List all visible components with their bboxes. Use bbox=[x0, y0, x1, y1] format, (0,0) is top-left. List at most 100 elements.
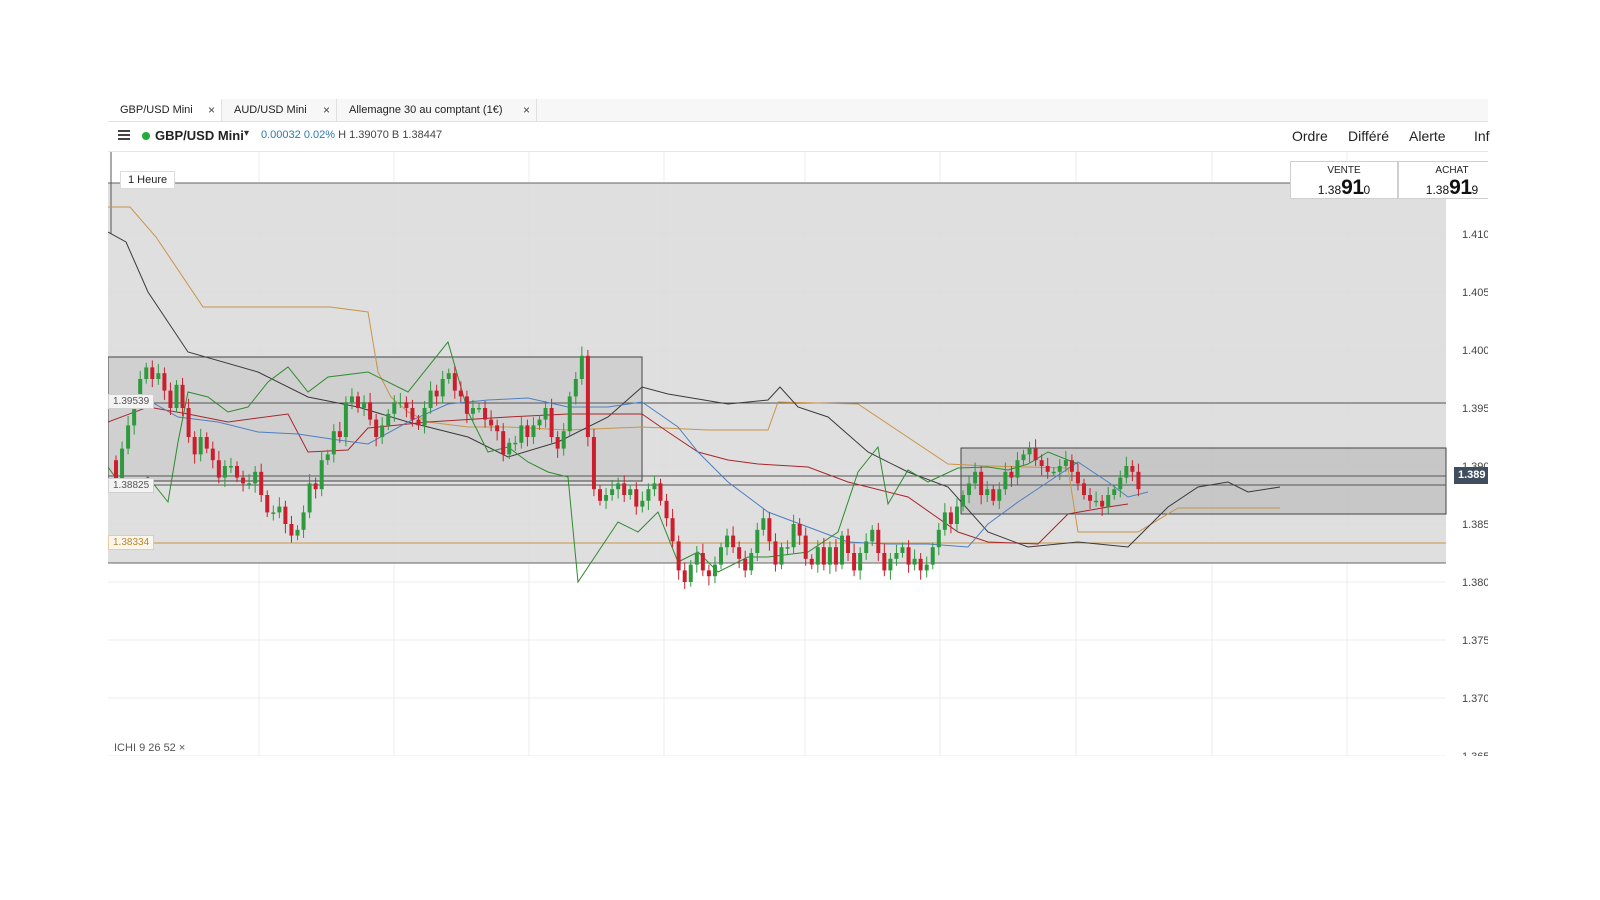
candle-down bbox=[1130, 466, 1135, 472]
candle-up bbox=[392, 402, 397, 414]
candle-down bbox=[743, 558, 748, 571]
chevron-down-icon[interactable]: ▾ bbox=[244, 128, 249, 139]
candle-up bbox=[446, 373, 451, 379]
candle-up bbox=[628, 489, 633, 495]
tab-audusd[interactable]: AUD/USD Mini × bbox=[222, 99, 337, 121]
candle-up bbox=[779, 547, 784, 565]
candle-down bbox=[1045, 466, 1050, 472]
candle-up bbox=[827, 547, 832, 565]
candle-down bbox=[289, 524, 294, 536]
timeframe-label[interactable]: 1 Heure bbox=[120, 171, 176, 189]
price-change-pct: 0.02% bbox=[303, 129, 336, 141]
candle-up bbox=[1118, 477, 1123, 490]
indicator-name: ICHI bbox=[114, 742, 136, 754]
candle-down bbox=[676, 541, 681, 571]
level-label-3[interactable]: 1.38334 bbox=[108, 535, 155, 550]
candle-down bbox=[410, 408, 415, 420]
close-icon[interactable]: × bbox=[179, 742, 185, 754]
indicator-param: 26 bbox=[148, 742, 161, 754]
chart-canvas[interactable]: 1.4101.4051.4001.3951.3901.3851.3801.375… bbox=[108, 152, 1488, 756]
candle-down bbox=[162, 373, 167, 391]
price-chart[interactable]: 1.4101.4051.4001.3951.3901.3851.3801.375… bbox=[108, 151, 1488, 756]
candle-down bbox=[150, 367, 155, 379]
buy-price-box[interactable]: ACHAT 1.38919 bbox=[1398, 161, 1488, 199]
candle-down bbox=[241, 477, 246, 484]
candle-down bbox=[809, 558, 814, 565]
candle-down bbox=[585, 355, 590, 437]
level-label-2[interactable]: 1.38825 bbox=[108, 478, 155, 493]
candle-up bbox=[840, 535, 844, 565]
info-button[interactable]: Inf bbox=[1474, 128, 1490, 144]
candle-down bbox=[374, 419, 379, 437]
candle-up bbox=[567, 396, 572, 432]
order-button[interactable]: Ordre bbox=[1292, 128, 1328, 144]
y-axis-tick-label: 1.385 bbox=[1462, 519, 1488, 531]
tab-allemagne30[interactable]: Allemagne 30 au comptant (1€) × bbox=[337, 99, 537, 121]
current-price-marker: 1.389 bbox=[1454, 467, 1488, 484]
candle-down bbox=[1009, 471, 1014, 478]
candle-up bbox=[942, 512, 947, 530]
tab-gbpusd[interactable]: GBP/USD Mini × bbox=[108, 99, 222, 121]
candle-up bbox=[712, 564, 717, 577]
buy-label: ACHAT bbox=[1435, 165, 1469, 176]
candle-down bbox=[918, 558, 923, 571]
tab-label: GBP/USD Mini bbox=[120, 104, 193, 116]
candle-up bbox=[1094, 500, 1099, 503]
candle-up bbox=[900, 547, 905, 553]
candle-up bbox=[126, 425, 131, 449]
candle-down bbox=[598, 489, 602, 501]
indicator-param: 52 bbox=[163, 742, 176, 754]
candle-down bbox=[259, 471, 264, 495]
candle-up bbox=[688, 564, 693, 582]
candle-up bbox=[470, 408, 475, 414]
candle-up bbox=[646, 489, 651, 501]
candle-up bbox=[295, 529, 300, 536]
candle-up bbox=[912, 558, 917, 565]
level-label-1[interactable]: 1.39539 bbox=[108, 394, 155, 409]
close-icon[interactable]: × bbox=[523, 99, 530, 121]
price-change: 0.00032 bbox=[261, 129, 301, 141]
candle-down bbox=[495, 425, 500, 432]
candle-up bbox=[561, 431, 566, 449]
candle-up bbox=[694, 553, 699, 565]
y-axis-tick-label: 1.405 bbox=[1462, 287, 1488, 299]
candle-up bbox=[894, 553, 899, 559]
candle-down bbox=[555, 437, 560, 449]
candle-down bbox=[313, 483, 318, 490]
instrument-name[interactable]: GBP/USD Mini bbox=[155, 128, 244, 143]
candle-down bbox=[991, 489, 996, 501]
candle-down bbox=[210, 448, 215, 461]
y-axis-tick-label: 1.365 bbox=[1462, 751, 1488, 756]
deferred-order-button[interactable]: Différé bbox=[1348, 128, 1389, 144]
candle-down bbox=[1033, 448, 1038, 461]
candle-up bbox=[1063, 460, 1068, 466]
candle-down bbox=[1039, 460, 1044, 466]
candle-up bbox=[198, 437, 203, 455]
candle-down bbox=[434, 390, 439, 397]
candle-up bbox=[725, 535, 730, 548]
hamburger-menu-icon[interactable] bbox=[118, 130, 130, 140]
sell-price-box[interactable]: VENTE 1.38910 bbox=[1290, 161, 1398, 199]
candle-up bbox=[1015, 460, 1020, 478]
close-icon[interactable]: × bbox=[208, 99, 215, 121]
candle-down bbox=[501, 431, 506, 455]
candle-down bbox=[368, 402, 373, 420]
candle-up bbox=[319, 460, 324, 490]
candle-up bbox=[362, 402, 367, 408]
candle-up bbox=[755, 529, 760, 553]
alert-button[interactable]: Alerte bbox=[1409, 128, 1446, 144]
candle-up bbox=[531, 425, 536, 437]
candle-down bbox=[464, 396, 469, 414]
close-icon[interactable]: × bbox=[323, 99, 330, 121]
candle-down bbox=[1100, 500, 1105, 507]
candle-down bbox=[1136, 471, 1141, 490]
candle-up bbox=[749, 553, 754, 571]
candle-up bbox=[573, 379, 578, 397]
candle-up bbox=[277, 506, 282, 513]
candle-up bbox=[610, 489, 615, 495]
candle-down bbox=[416, 419, 421, 426]
sell-label: VENTE bbox=[1327, 165, 1361, 176]
candle-up bbox=[858, 553, 863, 571]
indicator-legend: ICHI 9 26 52 × bbox=[114, 742, 185, 754]
y-axis-tick-label: 1.395 bbox=[1462, 403, 1488, 415]
